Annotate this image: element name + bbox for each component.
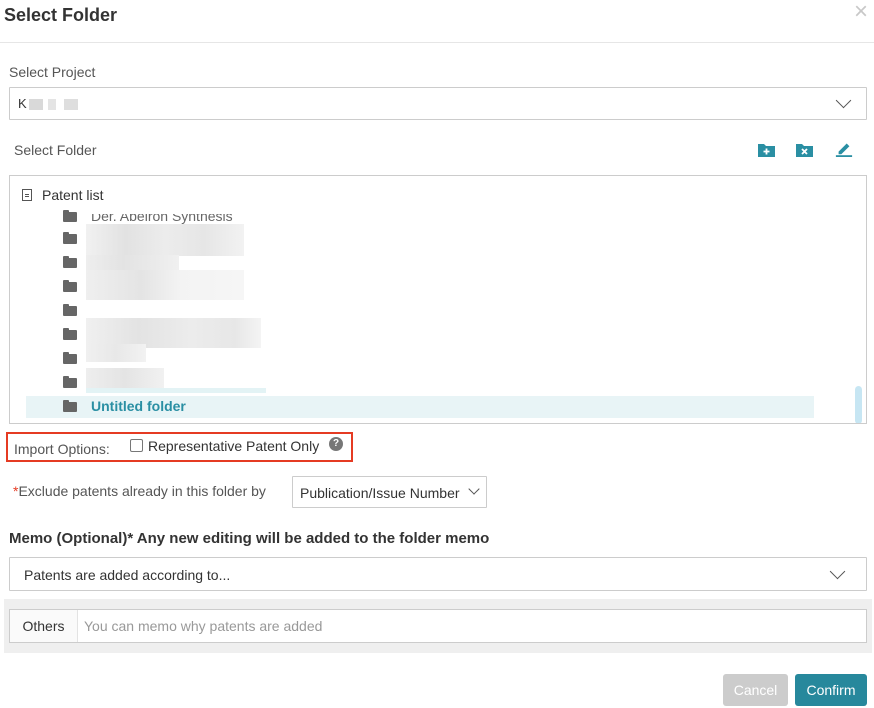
redacted-label xyxy=(86,368,164,388)
redacted-text xyxy=(64,99,78,110)
select-folder-label: Select Folder xyxy=(14,142,97,158)
folder-item[interactable] xyxy=(26,368,814,394)
folder-icon xyxy=(63,304,77,316)
folder-item[interactable] xyxy=(26,224,814,256)
folder-item[interactable] xyxy=(26,318,814,348)
folder-icon xyxy=(63,280,77,292)
memo-heading: Memo (Optional)* Any new editing will be… xyxy=(9,530,490,547)
add-folder-icon[interactable] xyxy=(757,141,777,159)
cancel-button[interactable]: Cancel xyxy=(723,674,788,706)
tree-root[interactable]: Patent list xyxy=(22,187,103,203)
representative-patent-checkbox[interactable] xyxy=(130,439,143,452)
folder-item[interactable] xyxy=(26,270,814,300)
redacted-label xyxy=(86,344,146,362)
help-icon[interactable]: ? xyxy=(329,437,343,451)
memo-select-value: Patents are added according to... xyxy=(24,567,231,583)
redacted-text xyxy=(29,99,43,110)
others-section: Others xyxy=(4,599,872,653)
folder-icon xyxy=(63,328,77,340)
project-select-value: K xyxy=(18,96,27,111)
redacted-label xyxy=(86,255,179,271)
redacted-text xyxy=(48,99,56,110)
dialog-title: Select Folder xyxy=(4,5,118,25)
exclude-select-value: Publication/Issue Number xyxy=(300,485,460,501)
folder-icon xyxy=(63,376,77,388)
import-options-label: Import Options: xyxy=(14,441,110,457)
document-icon xyxy=(22,189,32,201)
representative-patent-label[interactable]: Representative Patent Only xyxy=(148,438,319,454)
redacted-label xyxy=(86,270,244,300)
folder-item[interactable] xyxy=(26,344,814,370)
chevron-down-icon xyxy=(468,483,480,495)
memo-select[interactable]: Patents are added according to... xyxy=(9,557,867,591)
exclude-label-row: *Exclude patents already in this folder … xyxy=(13,483,266,499)
project-select[interactable]: K xyxy=(9,87,867,120)
close-icon[interactable]: × xyxy=(854,0,868,24)
folder-icon xyxy=(63,352,77,364)
confirm-button[interactable]: Confirm xyxy=(795,674,867,706)
folder-icon xyxy=(63,232,77,244)
tree-root-label: Patent list xyxy=(42,187,104,203)
tree-scrollbar[interactable] xyxy=(855,386,862,423)
delete-folder-icon[interactable] xyxy=(795,141,815,159)
redacted-label xyxy=(86,388,266,393)
chevron-down-icon xyxy=(835,92,852,109)
exclude-select[interactable]: Publication/Issue Number xyxy=(292,476,487,508)
others-label: Others xyxy=(10,610,78,642)
exclude-label: Exclude patents already in this folder b… xyxy=(18,483,266,499)
folder-item-selected[interactable]: Untitled folder xyxy=(26,396,814,418)
chevron-down-icon xyxy=(829,563,846,580)
folder-item-label: Untitled folder xyxy=(91,398,186,414)
folder-tree[interactable]: Patent list Der. Abeiron Synthesis Untit… xyxy=(9,175,867,424)
dialog-header: Select Folder × xyxy=(0,0,874,43)
import-options-highlight: Import Options: Representative Patent On… xyxy=(6,432,353,462)
folder-icon xyxy=(63,210,77,222)
folder-item-label: Der. Abeiron Synthesis xyxy=(91,208,233,224)
edit-icon[interactable] xyxy=(834,139,854,157)
others-field: Others xyxy=(9,609,867,643)
folder-icon xyxy=(63,400,77,412)
select-project-label: Select Project xyxy=(9,64,96,80)
others-input[interactable] xyxy=(80,610,866,642)
folder-icon xyxy=(63,256,77,268)
